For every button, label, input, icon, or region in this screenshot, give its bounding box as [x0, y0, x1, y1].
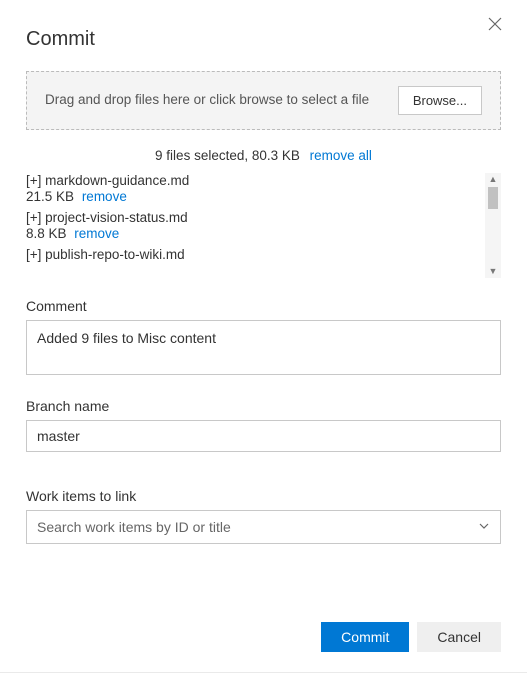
close-button[interactable]	[487, 16, 507, 36]
file-name: [+] publish-repo-to-wiki.md	[26, 247, 483, 262]
work-items-combobox[interactable]: Search work items by ID or title	[26, 510, 501, 544]
branch-section: Branch name	[26, 398, 501, 452]
file-name: [+] project-vision-status.md	[26, 210, 483, 225]
comment-input[interactable]	[26, 320, 501, 375]
branch-label: Branch name	[26, 398, 501, 414]
file-size: 21.5 KB	[26, 189, 74, 204]
list-item: [+] project-vision-status.md 8.8 KB remo…	[26, 210, 483, 241]
commit-dialog: Commit Drag and drop files here or click…	[0, 0, 527, 673]
cancel-button[interactable]: Cancel	[417, 622, 501, 652]
file-meta: 21.5 KB remove	[26, 189, 483, 204]
scrollbar[interactable]: ▲ ▼	[485, 173, 501, 278]
comment-section: Comment	[26, 298, 501, 378]
work-items-placeholder: Search work items by ID or title	[37, 519, 231, 535]
scroll-down-icon[interactable]: ▼	[489, 265, 498, 278]
scrollbar-thumb[interactable]	[488, 187, 498, 209]
branch-input[interactable]	[26, 420, 501, 452]
dialog-title: Commit	[26, 0, 501, 71]
list-item: [+] publish-repo-to-wiki.md	[26, 247, 483, 262]
dropzone[interactable]: Drag and drop files here or click browse…	[26, 71, 501, 130]
work-items-label: Work items to link	[26, 488, 501, 504]
commit-button[interactable]: Commit	[321, 622, 409, 652]
file-meta: 8.8 KB remove	[26, 226, 483, 241]
work-items-section: Work items to link Search work items by …	[26, 488, 501, 544]
remove-all-link[interactable]: remove all	[310, 148, 372, 163]
close-icon	[487, 16, 503, 32]
chevron-down-icon	[478, 519, 490, 535]
file-remove-link[interactable]: remove	[74, 226, 119, 241]
file-remove-link[interactable]: remove	[82, 189, 127, 204]
selected-summary-text: 9 files selected, 80.3 KB	[155, 148, 300, 163]
list-item: [+] markdown-guidance.md 21.5 KB remove	[26, 173, 483, 204]
dialog-actions: Commit Cancel	[26, 622, 501, 652]
comment-label: Comment	[26, 298, 501, 314]
file-list: [+] markdown-guidance.md 21.5 KB remove …	[26, 173, 501, 278]
file-name: [+] markdown-guidance.md	[26, 173, 483, 188]
dropzone-text: Drag and drop files here or click browse…	[45, 91, 369, 110]
scroll-up-icon[interactable]: ▲	[489, 173, 498, 186]
selected-summary: 9 files selected, 80.3 KB remove all	[26, 130, 501, 173]
browse-button[interactable]: Browse...	[398, 86, 482, 115]
file-size: 8.8 KB	[26, 226, 67, 241]
